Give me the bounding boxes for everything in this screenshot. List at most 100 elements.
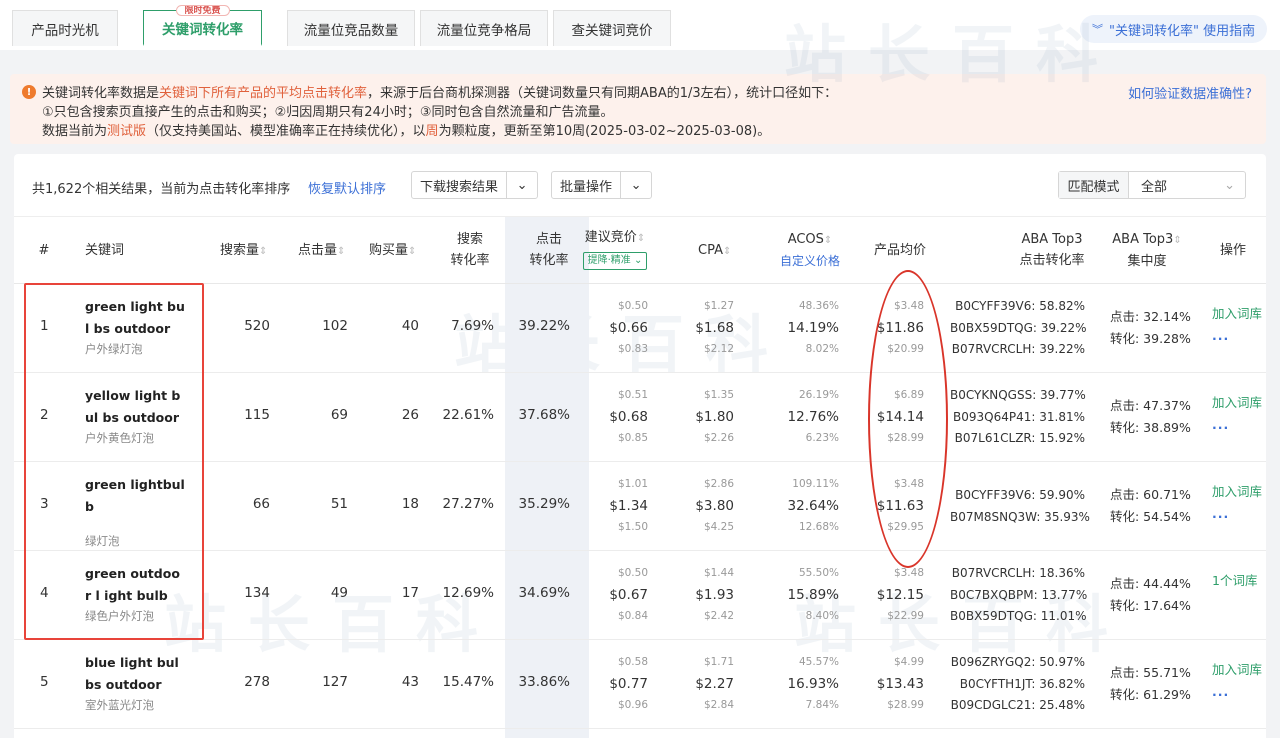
- usage-guide-button[interactable]: ︾ "关键词转化率" 使用指南: [1080, 15, 1268, 43]
- cpa-value: $1.80: [695, 408, 734, 425]
- keyword-cell[interactable]: green light bul bs outdoor 户外绿灯泡: [85, 296, 185, 358]
- table-row: 2 yellow light bul bs outdoor 户外黄色灯泡 115 69 2…: [14, 373, 1266, 462]
- aba-asin-cvr[interactable]: B09CDGLC21: 25.48%: [950, 695, 1085, 717]
- verify-accuracy-link[interactable]: 如何验证数据准确性?: [1128, 83, 1252, 102]
- cpa: $1.35 $1.80 $2.26: [674, 385, 734, 450]
- keyword-en[interactable]: green outdoor l ight bulb: [85, 563, 185, 607]
- avg-price: $3.48 $11.86 $20.99: [864, 296, 924, 361]
- aba-asin-cvr[interactable]: B0BX59DTQG: 39.22%: [950, 318, 1087, 340]
- info-notice: ! 关键词转化率数据是关键词下所有产品的平均点击转化率，来源于后台商机探测器（关…: [10, 74, 1266, 144]
- aba-asin-cvr[interactable]: B0CYFF39V6: 59.90%: [950, 485, 1085, 507]
- chevron-down-icon[interactable]: ⌄: [507, 172, 537, 198]
- acos-value: 15.89%: [787, 586, 839, 603]
- click-concentration: 点击: 32.14%: [1110, 309, 1191, 324]
- add-to-keyword-library-button[interactable]: 1个词库: [1212, 570, 1257, 592]
- cpa-value: $4.25: [703, 521, 734, 533]
- keyword-en[interactable]: blue light bulbs outdoor: [85, 652, 185, 696]
- keyword-cell[interactable]: yellow light bul bs outdoor 户外黄色灯泡: [85, 385, 185, 447]
- results-panel: 站长百科 站长百科 站长百科 站长百科 共1,622个相关结果，当前为点击转化率…: [14, 18, 1266, 738]
- free-badge: 限时免费: [175, 5, 230, 16]
- keyword-en[interactable]: yellow light bul bs outdoor: [85, 385, 185, 429]
- col-purchases[interactable]: 购买量⇕: [369, 240, 416, 262]
- avg-price-value: $14.14: [876, 408, 924, 425]
- acos: 45.57% 16.93% 7.84%: [764, 652, 839, 717]
- suggested-bid-value: $0.84: [617, 610, 648, 622]
- aba-asin-cvr[interactable]: B0CYFTH1JT: 36.82%: [950, 674, 1085, 696]
- cpa-value: $2.86: [703, 478, 734, 490]
- avg-price-value: $29.95: [887, 521, 924, 533]
- tab-traffic-competitor-count[interactable]: 流量位竞品数量: [287, 10, 415, 46]
- tab-bar: 产品时光机 限时免费 关键词转化率 流量位竞品数量 流量位竞争格局 查关键词竞价…: [0, 0, 1280, 50]
- avg-price: $3.48 $11.63 $29.95: [864, 474, 924, 539]
- reset-sort-link[interactable]: 恢复默认排序: [308, 178, 386, 197]
- col-search-volume[interactable]: 搜索量⇕: [220, 240, 267, 262]
- col-acos[interactable]: ACOS⇕ 自定义价格: [774, 229, 846, 272]
- suggested-bid-value: $0.50: [617, 300, 648, 312]
- aba-asin-cvr[interactable]: B0CYKNQGSS: 39.77%: [950, 385, 1086, 407]
- more-actions-button[interactable]: ...: [1212, 414, 1262, 436]
- click-cvr: 35.29%: [518, 496, 570, 512]
- keyword-cell[interactable]: green lightbulb 绿灯泡: [85, 474, 185, 550]
- add-to-keyword-library-button[interactable]: 加入词库: [1212, 481, 1262, 503]
- clicks: 51: [330, 496, 348, 512]
- cpa: $1.27 $1.68 $2.12: [674, 296, 734, 361]
- avg-price-value: $3.48: [893, 478, 924, 490]
- suggested-bid-value: $0.85: [617, 432, 648, 444]
- add-to-keyword-library-button[interactable]: 加入词库: [1212, 303, 1262, 325]
- cpa-value: $1.44: [703, 567, 734, 579]
- acos-value: 14.19%: [787, 319, 839, 336]
- add-to-keyword-library-button[interactable]: 加入词库: [1212, 392, 1262, 414]
- add-to-keyword-library-button[interactable]: 加入词库: [1212, 659, 1262, 681]
- more-actions-button[interactable]: ...: [1212, 503, 1262, 525]
- aba-asin-cvr[interactable]: B0C7BXQBPM: 13.77%: [950, 585, 1087, 607]
- avg-price-value: $3.48: [893, 300, 924, 312]
- avg-price-value: $4.99: [893, 656, 924, 668]
- keyword-cn: 户外绿灯泡: [85, 342, 143, 356]
- col-clicks[interactable]: 点击量⇕: [298, 240, 345, 262]
- download-results-dropdown[interactable]: 下载搜索结果 ⌄: [411, 171, 539, 199]
- col-search-cvr[interactable]: 搜索 转化率: [440, 229, 500, 271]
- aba-asin-cvr[interactable]: [950, 528, 1085, 550]
- more-actions-button[interactable]: ...: [1212, 325, 1262, 347]
- aba-asin-cvr[interactable]: B07L61CLZR: 15.92%: [950, 428, 1085, 450]
- match-mode-select[interactable]: 匹配模式 全部 ⌄: [1058, 171, 1246, 199]
- click-concentration: 点击: 47.37%: [1110, 398, 1191, 413]
- sort-icon: ⇕: [636, 233, 646, 244]
- keyword-en[interactable]: green light bul bs outdoor: [85, 296, 185, 340]
- keyword-cell[interactable]: green outdoor l ight bulb 绿色户外灯泡: [85, 563, 185, 625]
- row-index: 3: [40, 496, 49, 512]
- aba-concentration: 点击: 47.37% 转化: 38.89%: [1110, 395, 1191, 439]
- clicks: 49: [330, 585, 348, 601]
- bid-strategy-dropdown[interactable]: 提降·精准 ⌄: [582, 252, 648, 270]
- col-cpa[interactable]: CPA⇕: [698, 240, 731, 262]
- match-mode-value[interactable]: 全部 ⌄: [1129, 172, 1245, 198]
- aba-asin-cvr[interactable]: B07RVCRCLH: 18.36%: [950, 563, 1085, 585]
- more-actions-button[interactable]: ...: [1212, 681, 1262, 703]
- aba-asin-cvr[interactable]: B096ZRYGQ2: 50.97%: [950, 652, 1085, 674]
- aba-asin-cvr[interactable]: B07M8SNQ3W: 35.93%: [950, 507, 1090, 529]
- keyword-en[interactable]: green lightbulb: [85, 474, 185, 518]
- tab-keyword-bid[interactable]: 查关键词竞价: [553, 10, 671, 46]
- tab-traffic-competition[interactable]: 流量位竞争格局: [420, 10, 548, 46]
- notice-line-3: 数据当前为测试版（仅支持美国站、模型准确率正在持续优化），以周为颗粒度，更新至第…: [42, 124, 771, 139]
- tab-keyword-conversion[interactable]: 限时免费 关键词转化率: [143, 5, 262, 46]
- acos-value: 12.68%: [798, 521, 839, 533]
- aba-asin-cvr[interactable]: B07RVCRCLH: 39.22%: [950, 339, 1085, 361]
- chevron-down-icon[interactable]: ⌄: [621, 172, 651, 198]
- col-click-cvr[interactable]: 点击 转化率: [517, 229, 581, 271]
- col-aba-top3-concentration[interactable]: ABA Top3⇕ 集中度: [1110, 229, 1184, 272]
- aba-asin-cvr[interactable]: B0CYFF39V6: 58.82%: [950, 296, 1085, 318]
- tab-product-time-machine[interactable]: 产品时光机: [12, 10, 118, 46]
- custom-price-link[interactable]: 自定义价格: [774, 251, 846, 272]
- aba-top3-asins: B0CYKNQGSS: 39.77% B093Q64P41: 31.81% B07L…: [950, 385, 1086, 450]
- aba-asin-cvr[interactable]: B0BX59DTQG: 11.01%: [950, 606, 1087, 628]
- click-concentration: 点击: 60.71%: [1110, 487, 1191, 502]
- acos: 48.36% 14.19% 8.02%: [764, 296, 839, 361]
- aba-asin-cvr[interactable]: B093Q64P41: 31.81%: [950, 407, 1085, 429]
- col-suggested-bid[interactable]: 建议竞价⇕ 提降·精准 ⌄: [580, 227, 650, 270]
- conversion-concentration: 转化: 54.54%: [1110, 509, 1191, 524]
- keyword-cell[interactable]: blue light bulbs outdoor 室外蓝光灯泡: [85, 652, 185, 714]
- batch-operation-dropdown[interactable]: 批量操作 ⌄: [551, 171, 653, 199]
- acos: 109.11% 32.64% 12.68%: [764, 474, 839, 539]
- aba-top3-asins: B0CYFF39V6: 58.82% B0BX59DTQG: 39.22% B07R…: [950, 296, 1087, 361]
